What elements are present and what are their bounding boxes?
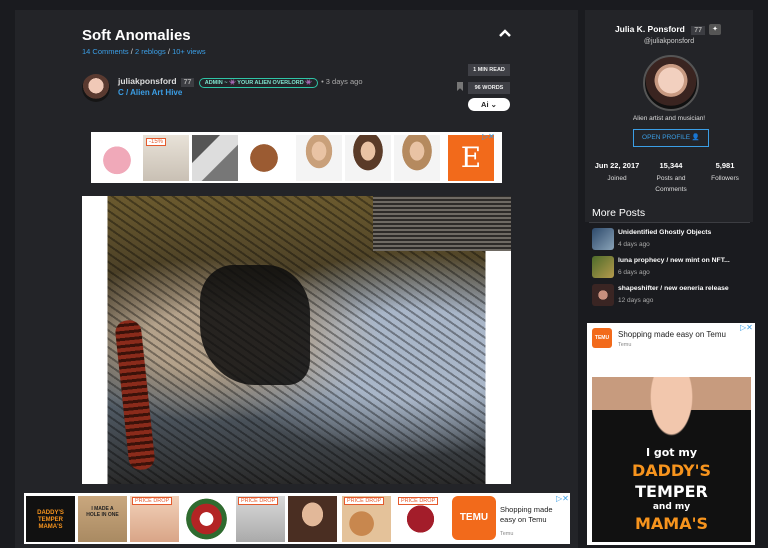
ad-product-image[interactable]: PRICE DROP bbox=[396, 496, 445, 542]
ad-product-image[interactable]: PRICE DROP bbox=[130, 496, 179, 542]
shirt-line: I got my bbox=[645, 446, 698, 459]
open-profile-label: OPEN PROFILE bbox=[642, 134, 691, 141]
ai-dropdown[interactable]: Ai ⌄ bbox=[468, 98, 510, 111]
profile-handle: @juliakponsford bbox=[643, 38, 695, 45]
user-icon: 👤 bbox=[691, 134, 700, 141]
more-post-thumbnail[interactable] bbox=[592, 228, 614, 250]
ad-product-image[interactable] bbox=[288, 496, 337, 542]
post-title: Soft Anomalies bbox=[82, 27, 191, 44]
read-time-badge: 1 MIN READ bbox=[468, 64, 510, 76]
ad-product-image[interactable]: PRICE DROP bbox=[236, 496, 285, 542]
more-post-title[interactable]: Unidentified Ghostly Objects bbox=[618, 229, 711, 236]
ad-brand: Temu bbox=[618, 342, 632, 348]
ad-product-image[interactable] bbox=[94, 135, 140, 181]
shirt-line: MAMA'S bbox=[634, 514, 709, 533]
ad-product-image[interactable]: PRICE DROP bbox=[342, 496, 391, 542]
ad-banner-top[interactable]: -15% E ▷✕ bbox=[91, 132, 502, 183]
ad-headline[interactable]: Shopping made easy on Temu bbox=[618, 330, 726, 340]
collapse-icon[interactable] bbox=[498, 28, 512, 38]
ad-choices-icon[interactable]: ▷✕ bbox=[482, 132, 495, 141]
temu-logo[interactable]: TEMU bbox=[592, 328, 612, 348]
price-drop-badge: PRICE DROP bbox=[344, 497, 385, 505]
more-post-time: 6 days ago bbox=[618, 269, 650, 276]
author-level-badge: 77 bbox=[180, 78, 195, 87]
more-post-title[interactable]: shapeshifter / new oeneria release bbox=[618, 285, 729, 292]
community-link[interactable]: C / Alien Art Hive bbox=[118, 88, 182, 97]
ad-choices-icon[interactable]: ▷✕ bbox=[740, 323, 753, 332]
price-drop-badge: PRICE DROP bbox=[238, 497, 279, 505]
views-link[interactable]: 10+ views bbox=[172, 47, 206, 56]
discount-badge: -15% bbox=[146, 138, 167, 146]
post-time: • 3 days ago bbox=[321, 77, 363, 86]
profile-bio: Alien artist and musician! bbox=[632, 115, 706, 122]
open-profile-button[interactable]: OPEN PROFILE 👤 bbox=[633, 129, 709, 147]
etsy-logo[interactable]: E bbox=[448, 135, 494, 181]
price-drop-badge: PRICE DROP bbox=[398, 497, 439, 505]
stat-followers-value: 5,981 bbox=[715, 161, 735, 170]
author-line: juliakponsford 77 ADMIN ~ 👾 YOUR ALIEN OV… bbox=[118, 76, 363, 88]
author-name[interactable]: juliakponsford bbox=[118, 76, 177, 86]
profile-avatar[interactable] bbox=[643, 55, 699, 111]
reblogs-link[interactable]: 2 reblogs bbox=[135, 47, 166, 56]
profile-name[interactable]: Julia K. Ponsford bbox=[615, 24, 685, 34]
more-post-thumbnail[interactable] bbox=[592, 284, 614, 306]
word-count-badge: 96 WORDS bbox=[468, 82, 510, 94]
ad-product-image[interactable] bbox=[296, 135, 342, 181]
author-avatar[interactable] bbox=[82, 74, 110, 102]
comments-link[interactable]: 14 Comments bbox=[82, 47, 129, 56]
stat-posts-label: Posts and Comments bbox=[655, 175, 687, 193]
shirt-line: and my bbox=[652, 502, 691, 512]
profile-level-badge: 77 bbox=[691, 26, 706, 35]
ad-product-image[interactable] bbox=[182, 496, 231, 542]
ad-product-image[interactable] bbox=[394, 135, 440, 181]
chevron-down-icon: ⌄ bbox=[490, 100, 497, 109]
shirt-line: TEMPER bbox=[635, 482, 708, 501]
artwork-shadow bbox=[200, 265, 310, 385]
ad-product-image[interactable]: -15% bbox=[143, 135, 189, 181]
twitter-icon[interactable]: ✦ bbox=[709, 24, 721, 35]
post-stats: 14 Comments / 2 reblogs / 10+ views bbox=[82, 47, 206, 56]
artwork-texture bbox=[373, 196, 511, 251]
stat-posts-value: 15,344 bbox=[659, 161, 683, 170]
more-post-title[interactable]: luna prophecy / new mint on NFT... bbox=[618, 257, 730, 264]
ad-brand: Temu bbox=[500, 531, 514, 537]
stat-joined-value: Jun 22, 2017 bbox=[594, 161, 640, 170]
more-post-time: 12 days ago bbox=[618, 297, 654, 304]
admin-badge: ADMIN ~ 👾 YOUR ALIEN OVERLORD 👾 bbox=[198, 78, 319, 88]
ad-choices-icon[interactable]: ▷✕ bbox=[556, 494, 569, 503]
stat-followers-label: Followers bbox=[711, 175, 739, 182]
more-post-thumbnail[interactable] bbox=[592, 256, 614, 278]
divider bbox=[589, 222, 750, 223]
shirt-print: DADDY'S TEMPER MAMA'S bbox=[37, 510, 64, 530]
more-posts-heading: More Posts bbox=[592, 207, 646, 219]
ad-product-image[interactable]: I MADE A HOLE IN ONE bbox=[78, 496, 127, 542]
stat-joined-label: Joined bbox=[607, 175, 627, 182]
ad-product-image[interactable] bbox=[241, 135, 287, 181]
price-drop-badge: PRICE DROP bbox=[132, 497, 173, 505]
ad-product-image[interactable] bbox=[345, 135, 391, 181]
ad-product-image[interactable] bbox=[192, 135, 238, 181]
shirt-print: I MADE A HOLE IN ONE bbox=[86, 506, 119, 518]
ad-banner-bottom[interactable]: DADDY'S TEMPER MAMA'S I MADE A HOLE IN O… bbox=[24, 493, 570, 544]
more-post-time: 4 days ago bbox=[618, 241, 650, 248]
ad-headline[interactable]: Shopping made easy on Temu bbox=[500, 505, 560, 525]
ai-label: Ai bbox=[481, 100, 489, 109]
temu-logo[interactable]: TEMU bbox=[452, 496, 496, 540]
shirt-line: DADDY'S bbox=[631, 461, 712, 480]
ad-product-image[interactable]: DADDY'S TEMPER MAMA'S bbox=[26, 496, 75, 542]
